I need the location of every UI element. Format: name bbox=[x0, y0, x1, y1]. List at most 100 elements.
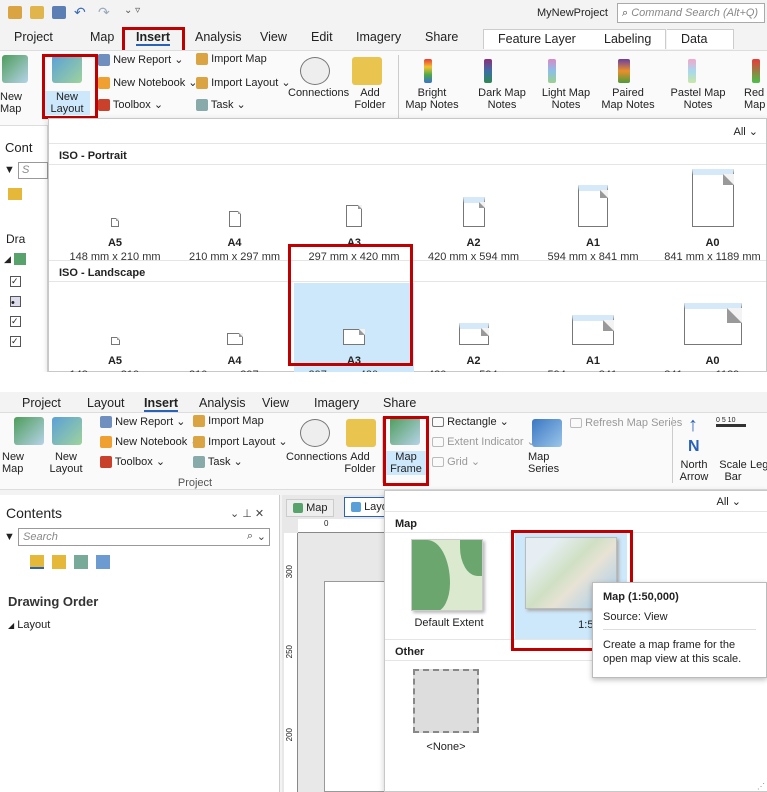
landscape-size-a5[interactable]: A5 148 mm x 210 mm bbox=[55, 283, 175, 372]
add-folder-label-2[interactable]: Add Folder bbox=[340, 451, 380, 475]
tooltip-title: Map (1:50,000) bbox=[603, 591, 679, 603]
task-button[interactable]: Task ⌄ bbox=[196, 98, 246, 112]
layer-checkbox-2[interactable]: • bbox=[10, 296, 21, 309]
map-series-label[interactable]: Map Series bbox=[528, 451, 568, 475]
north-arrow-icon[interactable]: ↑ N bbox=[688, 415, 700, 457]
default-extent-item[interactable]: Default Extent bbox=[399, 533, 499, 643]
new-report-button-2[interactable]: New Report ⌄ bbox=[100, 415, 185, 429]
tab-layout[interactable]: Layout bbox=[87, 396, 125, 410]
new-layout-icon-2[interactable] bbox=[52, 417, 82, 445]
add-folder-icon[interactable] bbox=[352, 57, 382, 85]
new-map-label-2[interactable]: New Map bbox=[2, 451, 36, 475]
rectangle-button[interactable]: Rectangle ⌄ bbox=[432, 415, 509, 428]
layer-checkbox-1[interactable]: ✓ bbox=[10, 276, 21, 287]
open-project-icon[interactable] bbox=[30, 6, 44, 19]
tab-labeling[interactable]: Labeling bbox=[590, 29, 667, 49]
tab-view-2[interactable]: View bbox=[262, 396, 289, 410]
tab-insert-2[interactable]: Insert bbox=[144, 396, 179, 412]
connections-label-2[interactable]: Connections bbox=[286, 451, 347, 463]
list-by-labeling-icon[interactable] bbox=[96, 555, 110, 569]
command-search-input[interactable]: ⌕ Command Search (Alt+Q) bbox=[617, 3, 765, 23]
tab-map[interactable]: Map bbox=[90, 30, 114, 44]
new-layout-label[interactable]: New Layout bbox=[44, 91, 90, 115]
filter-icon-2[interactable]: ▼ bbox=[4, 531, 15, 543]
add-folder-icon-2[interactable] bbox=[346, 419, 376, 447]
style-light-map-notes[interactable]: Light Map Notes bbox=[536, 87, 596, 111]
page-size-name: A4 bbox=[227, 355, 242, 367]
map-frame-icon[interactable] bbox=[390, 417, 420, 445]
resize-grip-icon[interactable]: ⋰ bbox=[757, 782, 765, 791]
style-bright-map-notes[interactable]: Bright Map Notes bbox=[404, 87, 460, 111]
tab-imagery[interactable]: Imagery bbox=[356, 30, 401, 44]
import-layout-button[interactable]: Import Layout ⌄ bbox=[196, 76, 291, 90]
tab-share[interactable]: Share bbox=[425, 30, 458, 44]
toolbox-button-2[interactable]: Toolbox ⌄ bbox=[100, 455, 165, 469]
new-map-icon[interactable] bbox=[2, 55, 28, 83]
scale-bar-icon[interactable]: 0 5 10 bbox=[716, 417, 746, 427]
import-map-button-2[interactable]: Import Map bbox=[193, 415, 264, 428]
new-notebook-button-2[interactable]: New Notebook ⌄ bbox=[100, 435, 200, 449]
contents-search-field[interactable]: Search ⌕ ⌄ bbox=[18, 528, 270, 546]
save-icon[interactable] bbox=[52, 6, 66, 19]
landscape-size-a4[interactable]: A4 210 mm x 297 mm bbox=[175, 283, 295, 372]
contents-search-partial[interactable]: S bbox=[18, 162, 48, 179]
tab-insert[interactable]: Insert bbox=[136, 30, 171, 46]
list-by-drawing-order-icon-2[interactable] bbox=[30, 555, 44, 569]
list-by-snapping-icon[interactable] bbox=[74, 555, 88, 569]
task-button-2[interactable]: Task ⌄ bbox=[193, 455, 243, 469]
new-layout-label-2[interactable]: New Layout bbox=[44, 451, 88, 475]
tab-project[interactable]: Project bbox=[14, 30, 53, 44]
undo-icon[interactable]: ↶ bbox=[74, 4, 86, 21]
connections-icon[interactable] bbox=[300, 57, 330, 85]
list-by-selection-icon[interactable] bbox=[52, 555, 66, 569]
landscape-size-a0[interactable]: A0 841 mm x 1189 mm bbox=[653, 283, 767, 372]
connections-icon-2[interactable] bbox=[300, 419, 330, 447]
layout-tree-item[interactable]: ◢ Layout bbox=[8, 619, 50, 631]
toolbox-button[interactable]: Toolbox ⌄ bbox=[98, 98, 163, 112]
style-pastel-map-notes[interactable]: Pastel Map Notes bbox=[668, 87, 728, 111]
tab-feature-layer[interactable]: Feature Layer bbox=[483, 29, 591, 49]
customize-qat-icon[interactable]: ⌄ ▿ bbox=[124, 5, 140, 16]
tab-project-2[interactable]: Project bbox=[22, 396, 61, 410]
new-layout-icon[interactable] bbox=[52, 55, 82, 83]
import-layout-button-2[interactable]: Import Layout ⌄ bbox=[193, 435, 288, 449]
map-series-icon[interactable] bbox=[532, 419, 562, 447]
layer-checkbox-4[interactable]: ✓ bbox=[10, 336, 21, 347]
import-map-button[interactable]: Import Map bbox=[196, 53, 267, 66]
map-frame-filter-dropdown[interactable]: All ⌄ bbox=[716, 495, 741, 508]
layer-checkbox-3[interactable]: ✓ bbox=[10, 316, 21, 327]
landscape-size-a2[interactable]: A2 420 mm x 594 mm bbox=[414, 283, 534, 372]
new-notebook-button[interactable]: New Notebook ⌄ bbox=[98, 76, 198, 90]
landscape-size-a3[interactable]: A3 297 mm x 420 mm bbox=[294, 283, 414, 372]
add-folder-label[interactable]: Add Folder bbox=[350, 87, 390, 111]
tab-view[interactable]: View bbox=[260, 30, 287, 44]
new-report-button[interactable]: New Report ⌄ bbox=[98, 53, 183, 67]
search-dropdown-icon[interactable]: ⌄ bbox=[257, 530, 266, 543]
new-project-icon[interactable] bbox=[8, 6, 22, 19]
pane-options-icon[interactable]: ⌄ ⊥ ✕ bbox=[230, 507, 264, 520]
redo-icon[interactable]: ↷ bbox=[98, 4, 110, 21]
list-by-drawing-order-icon[interactable] bbox=[8, 188, 22, 200]
tab-analysis[interactable]: Analysis bbox=[195, 30, 242, 44]
tab-edit[interactable]: Edit bbox=[311, 30, 333, 44]
style-red-map-partial[interactable]: Red Map bbox=[744, 87, 767, 111]
style-dark-map-notes[interactable]: Dark Map Notes bbox=[472, 87, 532, 111]
view-tab-map[interactable]: Map bbox=[286, 499, 335, 517]
tab-imagery-2[interactable]: Imagery bbox=[314, 396, 359, 410]
north-arrow-label[interactable]: North Arrow bbox=[676, 459, 712, 483]
filter-icon[interactable]: ▼ bbox=[4, 164, 15, 176]
gallery-filter-dropdown[interactable]: All ⌄ bbox=[733, 125, 758, 138]
map-frame-label[interactable]: Map Frame bbox=[386, 451, 426, 475]
tree-expander[interactable]: ◢ bbox=[4, 254, 11, 265]
tab-share-2[interactable]: Share bbox=[383, 396, 416, 410]
legend-label-partial[interactable]: Leg bbox=[750, 459, 767, 471]
style-paired-map-notes[interactable]: Paired Map Notes bbox=[596, 87, 660, 111]
none-item[interactable]: <None> bbox=[399, 665, 499, 765]
tab-analysis-2[interactable]: Analysis bbox=[199, 396, 246, 410]
new-map-icon-2[interactable] bbox=[14, 417, 44, 445]
landscape-size-a1[interactable]: A1 594 mm x 841 mm bbox=[533, 283, 653, 372]
tab-data[interactable]: Data bbox=[667, 29, 735, 49]
scale-bar-label[interactable]: Scale Bar bbox=[718, 459, 748, 483]
new-map-label[interactable]: New Map bbox=[0, 91, 22, 115]
connections-label[interactable]: Connections bbox=[288, 87, 349, 99]
